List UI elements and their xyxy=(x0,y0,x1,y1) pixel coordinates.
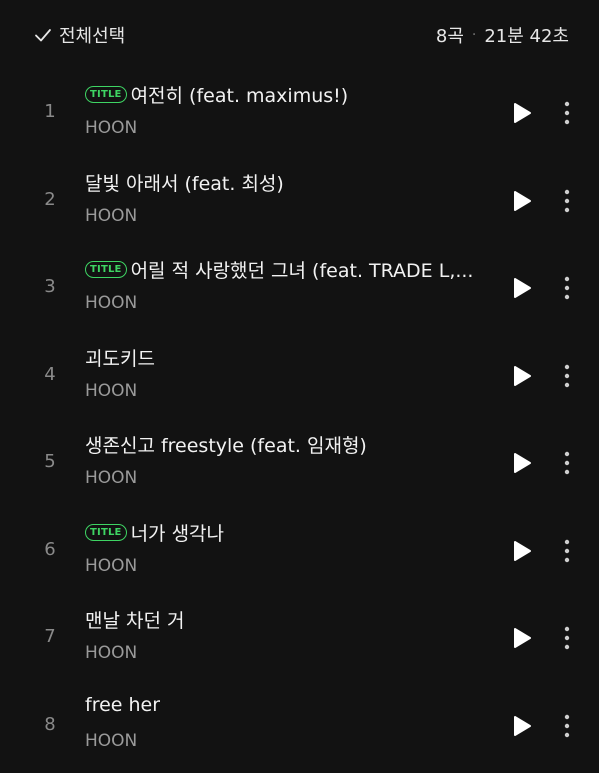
track-row-7[interactable]: 7 맨날 차던 거 HOON xyxy=(0,593,599,681)
more-options-icon[interactable] xyxy=(560,713,574,739)
play-icon[interactable] xyxy=(512,452,532,474)
track-row-8[interactable]: 8 free her HOON xyxy=(0,681,599,769)
track-number: 6 xyxy=(44,538,56,560)
more-options-icon[interactable] xyxy=(560,188,574,214)
track-title-row: 괴도키드 xyxy=(85,344,495,371)
title-track-badge: TITLE xyxy=(85,523,127,541)
track-number: 5 xyxy=(44,451,56,472)
more-options-icon[interactable] xyxy=(560,275,574,301)
track-title: free her xyxy=(85,693,161,716)
track-row-4[interactable]: 4 괴도키드 HOON xyxy=(0,331,599,419)
track-artist[interactable]: HOON xyxy=(85,556,137,576)
track-list: 1 TITLE 여전히 (feat. maximus!) HOON 2 달빛 아… xyxy=(0,68,599,768)
track-row-3[interactable]: 3 TITLE 어릴 적 사랑했던 그녀 (feat. TRADE L,... … xyxy=(0,243,599,331)
track-artist[interactable]: HOON xyxy=(85,468,137,488)
summary-separator: · xyxy=(471,27,477,43)
track-artist[interactable]: HOON xyxy=(85,381,137,401)
track-title-row: free her xyxy=(85,694,495,716)
total-duration: 21분 42초 xyxy=(484,26,569,47)
more-options-icon[interactable] xyxy=(560,363,574,389)
more-options-icon[interactable] xyxy=(560,625,574,651)
play-icon[interactable] xyxy=(512,627,532,649)
select-all-label: 전체선택 xyxy=(59,26,126,47)
tracklist-header: 전체선택 8곡 · 21분 42초 xyxy=(0,0,599,68)
track-row-1[interactable]: 1 TITLE 여전히 (feat. maximus!) HOON xyxy=(0,68,599,156)
more-options-icon[interactable] xyxy=(560,538,574,564)
track-title-row: TITLE 여전히 (feat. maximus!) xyxy=(85,81,495,108)
track-number: 3 xyxy=(44,276,56,297)
track-title: 맨날 차던 거 xyxy=(85,610,185,632)
play-icon[interactable] xyxy=(512,715,532,737)
more-options-icon[interactable] xyxy=(560,450,574,476)
track-title: 괴도키드 xyxy=(85,347,155,370)
play-icon[interactable] xyxy=(512,365,532,387)
track-row-2[interactable]: 2 달빛 아래서 (feat. 최성) HOON xyxy=(0,156,599,244)
track-title-row: TITLE 어릴 적 사랑했던 그녀 (feat. TRADE L,... xyxy=(85,256,495,283)
track-title: 여전히 (feat. maximus!) xyxy=(130,85,349,107)
track-artist[interactable]: HOON xyxy=(85,731,137,751)
track-title-row: TITLE 너가 생각나 xyxy=(85,519,495,546)
track-number: 4 xyxy=(44,363,56,385)
track-artist[interactable]: HOON xyxy=(85,643,137,663)
track-title-row: 달빛 아래서 (feat. 최성) xyxy=(85,169,495,196)
track-title: 너가 생각나 xyxy=(130,522,225,545)
check-icon xyxy=(35,29,51,42)
select-all-button[interactable]: 전체선택 xyxy=(33,22,125,48)
track-title: 생존신고 freestyle (feat. 임재형) xyxy=(85,435,367,457)
play-icon[interactable] xyxy=(512,540,532,562)
track-title-row: 맨날 차던 거 xyxy=(85,606,495,633)
track-title: 달빛 아래서 (feat. 최성) xyxy=(85,172,284,195)
tracklist-summary: 8곡 · 21분 42초 xyxy=(436,22,569,48)
track-number: 8 xyxy=(44,713,56,735)
track-artist[interactable]: HOON xyxy=(85,118,137,138)
track-number: 1 xyxy=(44,101,56,122)
title-track-badge: TITLE xyxy=(85,86,127,103)
title-track-badge: TITLE xyxy=(85,261,127,278)
track-artist[interactable]: HOON xyxy=(85,293,137,313)
track-number: 2 xyxy=(44,188,56,210)
play-icon[interactable] xyxy=(512,190,532,212)
play-icon[interactable] xyxy=(512,102,532,124)
track-row-6[interactable]: 6 TITLE 너가 생각나 HOON xyxy=(0,506,599,594)
track-title: 어릴 적 사랑했던 그녀 (feat. TRADE L,... xyxy=(130,260,474,282)
track-artist[interactable]: HOON xyxy=(85,206,137,226)
track-title-row: 생존신고 freestyle (feat. 임재형) xyxy=(85,431,495,458)
track-row-5[interactable]: 5 생존신고 freestyle (feat. 임재형) HOON xyxy=(0,418,599,506)
track-number: 7 xyxy=(44,626,56,647)
play-icon[interactable] xyxy=(512,277,532,299)
more-options-icon[interactable] xyxy=(560,100,574,126)
track-count: 8곡 xyxy=(435,26,464,47)
